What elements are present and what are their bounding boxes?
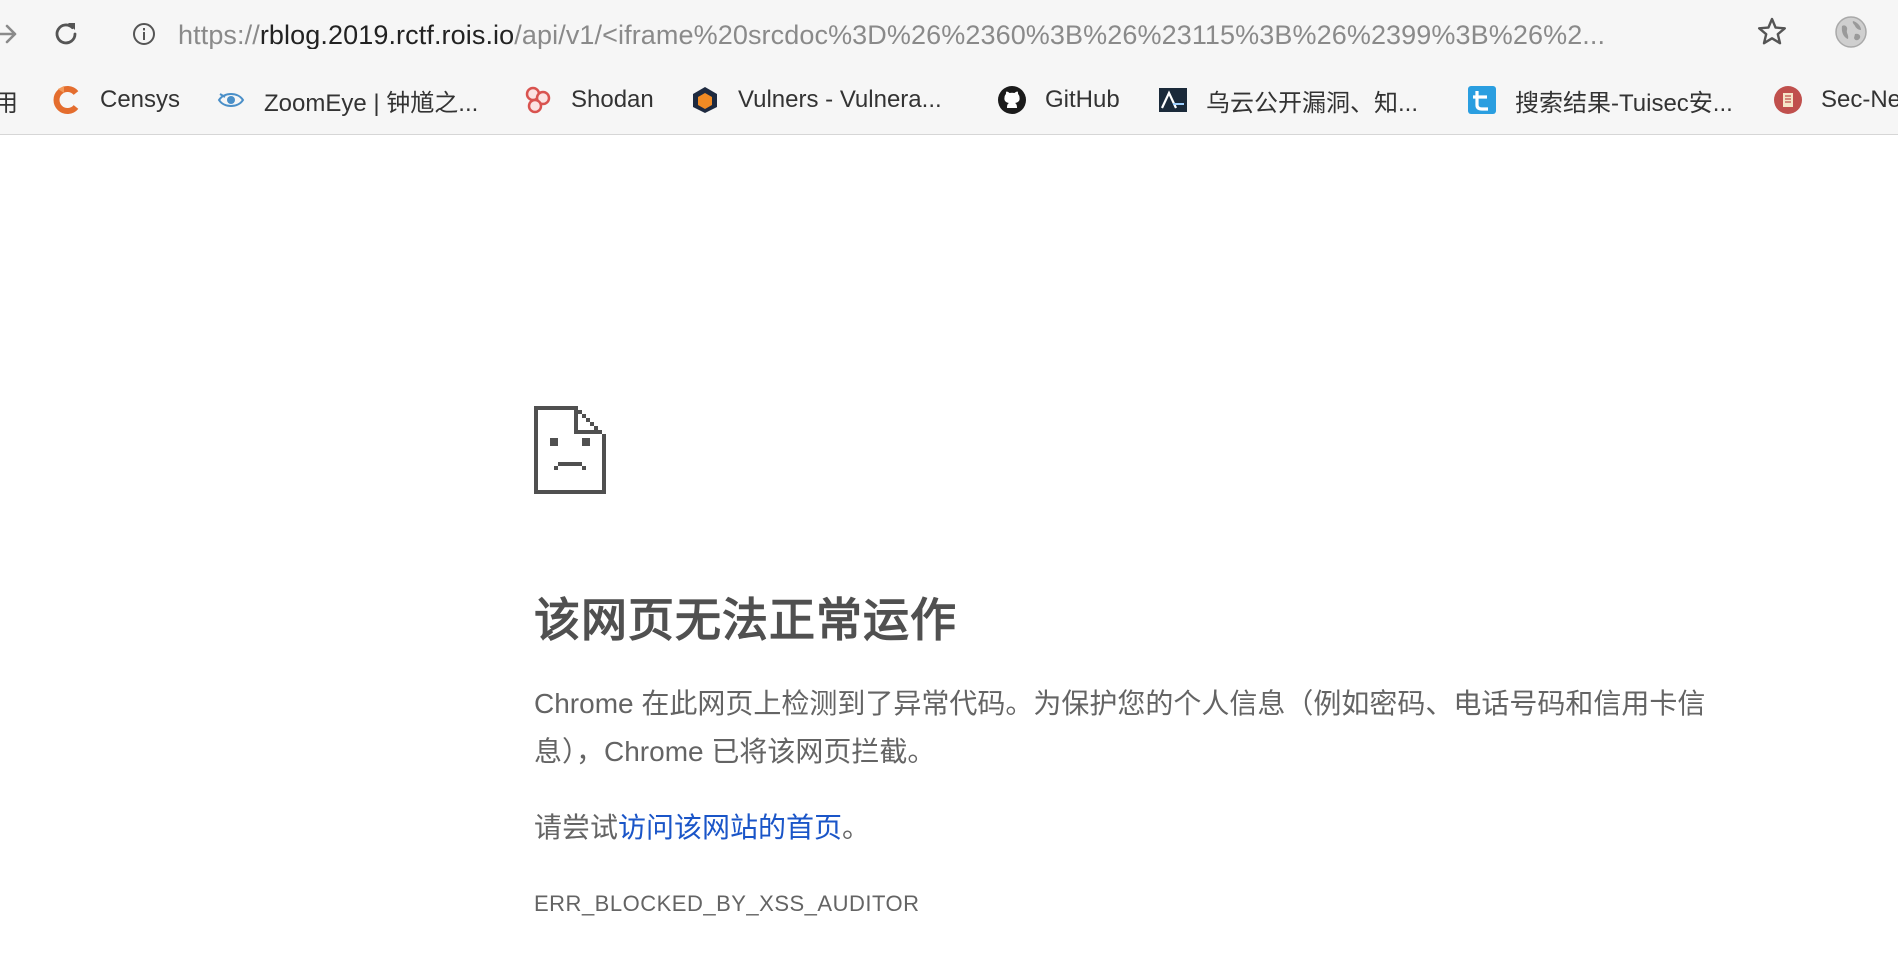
bookmark-vulners[interactable]: Vulners - Vulnera...: [690, 83, 942, 117]
browser-toolbar: https://rblog.2019.rctf.rois.io/api/v1/<…: [0, 0, 1898, 68]
bookmark-tuisec[interactable]: 搜索结果-Tuisec安...: [1467, 83, 1733, 117]
browser-window: https://rblog.2019.rctf.rois.io/api/v1/<…: [0, 0, 1898, 954]
bookmark-label: GitHub: [1045, 86, 1120, 113]
secnews-icon: [1774, 86, 1802, 114]
bookmark-label: 乌云公开漏洞、知...: [1206, 89, 1419, 117]
suggestion-suffix: 。: [842, 812, 871, 843]
bookmark-label: Sec-Ne: [1821, 86, 1898, 113]
reload-button[interactable]: [46, 14, 86, 54]
error-description: Chrome 在此网页上检测到了异常代码。为保护您的个人信息（例如密码、电话号码…: [534, 688, 1706, 767]
globe-icon[interactable]: [1833, 14, 1869, 50]
error-title: 该网页无法正常运作: [534, 594, 957, 646]
bookmark-label: Censys: [100, 86, 181, 113]
error-code: ERR_BLOCKED_BY_XSS_AUDITOR: [534, 891, 920, 916]
url-text[interactable]: https://rblog.2019.rctf.rois.io/api/v1/<…: [178, 21, 1658, 49]
bookmark-github[interactable]: GitHub: [997, 83, 1120, 117]
bookmark-apps[interactable]: 用: [0, 83, 18, 117]
forward-button[interactable]: [0, 14, 26, 54]
tuisec-icon: [1468, 86, 1496, 114]
info-icon[interactable]: [132, 22, 156, 46]
bookmark-label: ZoomEye | 钟馗之...: [264, 89, 479, 117]
homepage-link[interactable]: 访问该网站的首页: [618, 812, 842, 843]
address-bar[interactable]: https://rblog.2019.rctf.rois.io/api/v1/<…: [122, 10, 1800, 58]
bookmarks-bar: 用 Censys ZoomEye | 钟馗之... Shodan: [0, 68, 1898, 135]
bookmark-label: Shodan: [571, 86, 654, 113]
zoomeye-icon: [217, 93, 245, 107]
bookmark-zoomeye[interactable]: ZoomEye | 钟馗之...: [216, 83, 478, 117]
url-path: /api/v1/<iframe%20srcdoc%3D%26%2360%3B%2…: [514, 21, 1606, 49]
url-scheme: https://: [178, 21, 260, 49]
bookmark-censys[interactable]: Censys: [52, 83, 180, 117]
shodan-icon: [525, 86, 551, 114]
bookmark-wooyun[interactable]: 乌云公开漏洞、知...: [1158, 83, 1418, 117]
sad-page-icon: [534, 406, 606, 494]
bookmark-shodan[interactable]: Shodan: [523, 83, 654, 117]
suggestion-prefix: 请尝试: [534, 812, 619, 843]
error-suggestion: 请尝试访问该网站的首页。: [534, 806, 870, 846]
bookmark-label: 用: [0, 83, 18, 118]
github-icon: [998, 86, 1026, 114]
bookmark-label: Vulners - Vulnera...: [738, 86, 942, 113]
reload-icon: [55, 23, 77, 45]
star-icon[interactable]: [1755, 15, 1789, 49]
censys-icon: [53, 86, 79, 114]
vulners-icon: [693, 87, 717, 113]
wooyun-icon: [1159, 88, 1187, 112]
bookmark-secnews[interactable]: Sec-Ne: [1773, 83, 1898, 117]
url-host: rblog.2019.rctf.rois.io: [259, 21, 515, 49]
arrow-right-icon: [0, 24, 17, 44]
bookmark-label: 搜索结果-Tuisec安...: [1515, 89, 1733, 117]
